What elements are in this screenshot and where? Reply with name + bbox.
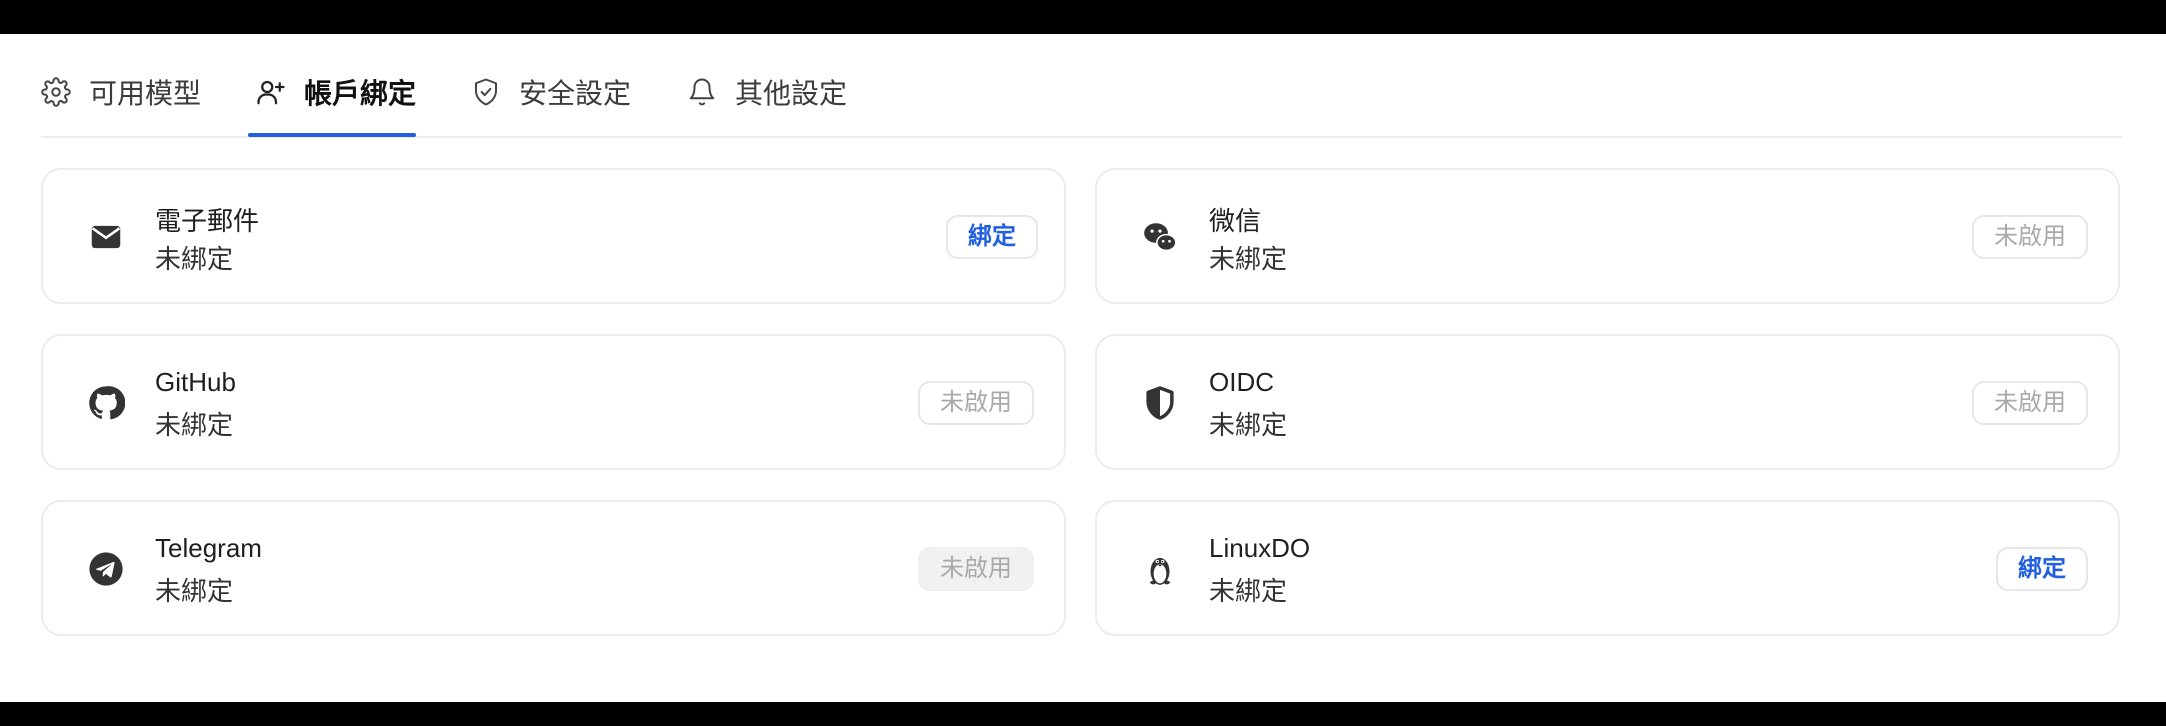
binding-card-email: 電子郵件 未綁定 綁定 (41, 168, 1066, 304)
bind-email-button[interactable]: 綁定 (946, 215, 1038, 259)
binding-status: 未綁定 (1209, 410, 1288, 440)
shield-check-icon (475, 78, 497, 106)
tab-security-settings[interactable]: 安全設定 (471, 64, 631, 120)
binding-status: 未綁定 (1209, 244, 1288, 274)
binding-card-wechat: 微信 未綁定 未啟用 (1095, 168, 2120, 304)
tab-available-models[interactable]: 可用模型 (41, 64, 201, 120)
binding-status: 未綁定 (155, 410, 234, 440)
binding-card-linuxdo: LinuxDO 未綁定 綁定 (1095, 500, 2120, 636)
settings-panel: 可用模型 帳戶綁定 安全設定 其他設定 電子郵件 未綁定 綁定 微信 未綁定 未… (0, 34, 2166, 702)
bell-icon (689, 78, 715, 106)
binding-card-telegram: Telegram 未綁定 未啟用 (41, 500, 1066, 636)
telegram-disabled-button[interactable]: 未啟用 (918, 547, 1034, 591)
bind-linuxdo-button[interactable]: 綁定 (1996, 547, 2088, 591)
mail-icon (87, 218, 125, 256)
penguin-icon (1141, 550, 1179, 588)
tab-label: 安全設定 (519, 78, 632, 109)
gear-icon (41, 77, 71, 107)
settings-tabs: 可用模型 帳戶綁定 安全設定 其他設定 (41, 34, 2122, 138)
provider-name: 微信 (1209, 206, 1262, 236)
tab-other-settings[interactable]: 其他設定 (687, 64, 847, 120)
tab-label: 帳戶綁定 (304, 78, 417, 109)
provider-name: Telegram (155, 533, 262, 563)
binding-card-github: GitHub 未綁定 未啟用 (41, 334, 1066, 470)
provider-name: LinuxDO (1209, 533, 1311, 563)
telegram-icon (87, 550, 125, 588)
binding-status: 未綁定 (155, 576, 234, 606)
github-icon (87, 384, 125, 422)
wechat-disabled-button[interactable]: 未啟用 (1972, 215, 2088, 259)
provider-name: OIDC (1209, 367, 1274, 397)
binding-status: 未綁定 (1209, 576, 1288, 606)
wechat-icon (1141, 218, 1179, 256)
binding-status: 未綁定 (155, 244, 234, 274)
oidc-disabled-button[interactable]: 未啟用 (1972, 381, 2088, 425)
user-plus-icon (257, 80, 285, 105)
active-tab-indicator (248, 133, 416, 137)
shield-half-icon (1141, 384, 1179, 422)
provider-name: 電子郵件 (155, 206, 260, 236)
tab-label: 可用模型 (89, 78, 202, 109)
provider-name: GitHub (155, 367, 236, 397)
github-disabled-button[interactable]: 未啟用 (918, 381, 1034, 425)
tab-label: 其他設定 (735, 78, 848, 109)
binding-card-oidc: OIDC 未綁定 未啟用 (1095, 334, 2120, 470)
tab-account-binding[interactable]: 帳戶綁定 (256, 64, 416, 120)
